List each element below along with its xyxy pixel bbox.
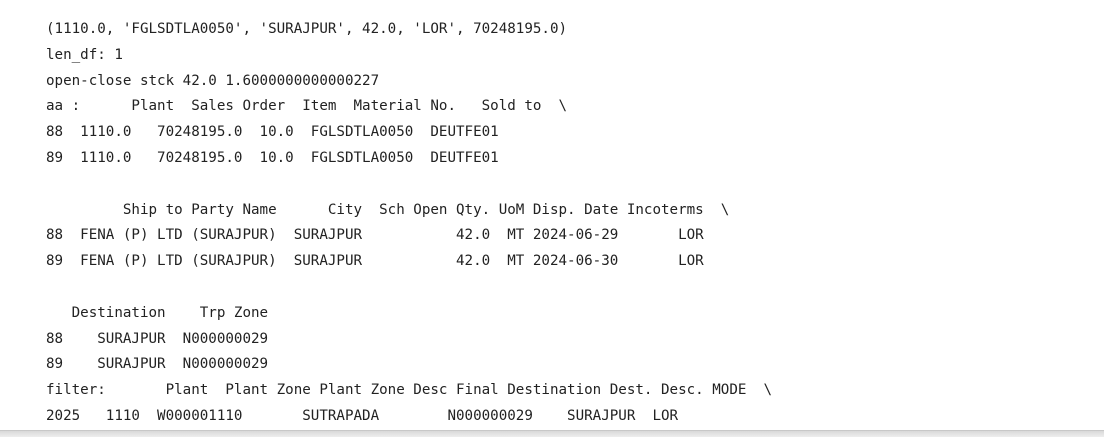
output-line: 89 FENA (P) LTD (SURAJPUR) SURAJPUR 42.0… [46, 253, 704, 270]
output-line: 88 FENA (P) LTD (SURAJPUR) SURAJPUR 42.0… [46, 227, 704, 244]
output-line: open-close stck 42.0 1.6000000000000227 [46, 72, 380, 89]
output-line: 88 1110.0 70248195.0 10.0 FGLSDTLA0050 D… [46, 124, 499, 141]
output-line: 89 1110.0 70248195.0 10.0 FGLSDTLA0050 D… [46, 149, 499, 166]
output-line: 2025 1110 W000001110 SUTRAPADA N00000002… [46, 407, 679, 424]
output-line: Destination Trp Zone [46, 304, 269, 321]
output-line: Ship to Party Name City Sch Open Qty. Uo… [46, 201, 730, 218]
output-line: filter: Plant Plant Zone Plant Zone Desc… [46, 382, 773, 399]
output-line: 88 SURAJPUR N000000029 [46, 330, 269, 347]
output-line: 89 SURAJPUR N000000029 [46, 356, 269, 373]
output-line: (1110.0, 'FGLSDTLA0050', 'SURAJPUR', 42.… [46, 21, 568, 37]
stdout-text: (1110.0, 'FGLSDTLA0050', 'SURAJPUR', 42.… [46, 17, 772, 430]
output-line: len_df: 1 [46, 46, 123, 63]
cell-output-area: (1110.0, 'FGLSDTLA0050', 'SURAJPUR', 42.… [0, 0, 1104, 430]
output-line: aa : Plant Sales Order Item Material No.… [46, 98, 568, 115]
